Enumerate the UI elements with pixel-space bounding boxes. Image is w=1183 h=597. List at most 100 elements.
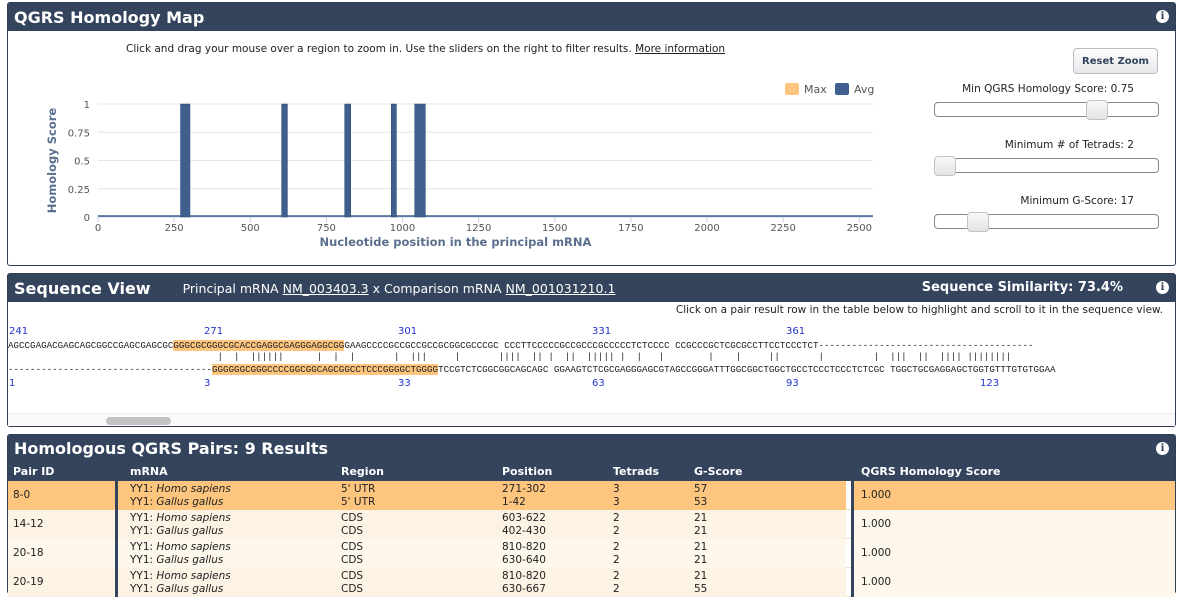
region-2: 5' UTR [341, 496, 376, 508]
more-information-link[interactable]: More information [635, 43, 725, 55]
comparison-seq-prefix: ------------------------------------- [8, 364, 212, 375]
position-2: 1-42 [502, 496, 526, 508]
y-tick-label: 0 [84, 213, 90, 224]
x-tick-label: 750 [317, 223, 336, 234]
tetrads-1: 2 [613, 512, 620, 524]
comparison-mrna-link[interactable]: NM_001031210.1 [506, 281, 616, 296]
mrna-1: YY1: Homo sapiens [130, 483, 231, 495]
slider-tetrads[interactable] [934, 156, 1159, 176]
col-mrna[interactable]: mRNA [130, 465, 168, 478]
row-left[interactable]: 8-0 YY1: Homo sapiens YY1: Gallus gallus 5'… [8, 481, 846, 510]
map-instructions: Click and drag your mouse over a region … [126, 43, 725, 55]
row-left[interactable]: 20-18 YY1: Homo sapiens YY1: Gallus gallus… [8, 539, 846, 568]
row-id-cell: 20-19 [8, 568, 118, 597]
col-pair-id[interactable]: Pair ID [13, 465, 54, 478]
principal-seq-prefix: AGCCGAGACGAGCAGCGGCCGAGCGAGCGC [8, 340, 174, 351]
row-score-cell[interactable]: 1.000 [851, 510, 1175, 539]
x-tick-label: 2500 [847, 223, 872, 234]
region-1: CDS [341, 570, 364, 582]
y-tick-label: 0.25 [68, 185, 90, 196]
species-label: Homo sapiens [156, 541, 231, 553]
mrna-2: YY1: Gallus gallus [130, 583, 223, 595]
slider-handle[interactable] [934, 156, 956, 176]
mrna-2: YY1: Gallus gallus [130, 496, 223, 508]
principal-seq-suffix: GAAGCCCCGCCGCCGCCGCGGCGCCCGC CCCTTCCCCCG… [344, 340, 1034, 351]
mrna-comparison-label: Principal mRNA NM_003403.3 x Comparison … [183, 281, 616, 296]
position-number: 241 [9, 326, 29, 337]
table-row[interactable]: 20-19 YY1: Homo sapiens YY1: Gallus gallus… [8, 568, 1175, 597]
info-icon[interactable]: i [1156, 10, 1169, 23]
table-row[interactable]: 8-0 YY1: Homo sapiens YY1: Gallus gallus 5'… [8, 481, 1175, 510]
slider-handle[interactable] [1086, 100, 1109, 120]
col-tetrads[interactable]: Tetrads [613, 465, 659, 478]
table-row[interactable]: 20-18 YY1: Homo sapiens YY1: Gallus gallus… [8, 539, 1175, 568]
mrna-1: YY1: Homo sapiens [130, 570, 231, 582]
x-tick-label: 1500 [542, 223, 567, 234]
homology-map-title: QGRS Homology Map [14, 7, 205, 27]
slider-g-score[interactable] [934, 212, 1159, 232]
row-score-cell[interactable]: 1.000 [851, 568, 1175, 597]
mrna-1: YY1: Homo sapiens [130, 541, 231, 553]
row-id-cell: 8-0 [8, 481, 118, 510]
tetrads-2: 3 [613, 496, 620, 508]
homology-chart[interactable]: 0 0.25 0.5 0.75 1 0 250 500 750 1000 1250 1500 1750 2… [38, 73, 898, 253]
position-2: 630-667 [502, 583, 546, 595]
info-icon[interactable]: i [1156, 442, 1169, 455]
y-axis-title: Homology Score [45, 108, 59, 214]
legend-label: Max [804, 83, 827, 96]
row-score-cell[interactable]: 1.000 [851, 539, 1175, 568]
info-icon[interactable]: i [1156, 281, 1169, 294]
col-homology-score[interactable]: QGRS Homology Score [861, 465, 1000, 478]
x-tick-label: 2000 [694, 223, 719, 234]
pair-id: 20-18 [13, 547, 44, 559]
pairs-header: Homologous QGRS Pairs: 9 Results i [8, 435, 1175, 461]
chart-bar [180, 103, 191, 218]
position-1: 810-820 [502, 570, 546, 582]
x-tick-label: 250 [165, 223, 184, 234]
horizontal-scrollbar[interactable] [8, 413, 1175, 426]
gene-label: YY1: [130, 496, 154, 508]
slider-handle[interactable] [966, 212, 989, 232]
position-1: 603-622 [502, 512, 546, 524]
row-left[interactable]: 14-12 YY1: Homo sapiens YY1: Gallus gallus… [8, 510, 846, 539]
row-score-cell[interactable]: 1.000 [851, 481, 1175, 510]
slider-label-g-score: Minimum G-Score: 17 [1020, 195, 1134, 207]
y-tick-label: 0.5 [74, 157, 90, 168]
slider-label-tetrads: Minimum # of Tetrads: 2 [1004, 139, 1134, 151]
homology-map-panel: QGRS Homology Map i Click and drag your … [7, 2, 1176, 266]
comparison-prefix: x Comparison mRNA [372, 280, 502, 296]
row-left[interactable]: 20-19 YY1: Homo sapiens YY1: Gallus gallus… [8, 568, 846, 597]
col-region[interactable]: Region [341, 465, 384, 478]
tetrads-1: 2 [613, 570, 620, 582]
species-label: Gallus gallus [156, 554, 224, 566]
principal-mrna-link[interactable]: NM_003403.3 [283, 281, 369, 296]
table-row[interactable]: 14-12 YY1: Homo sapiens YY1: Gallus gallus… [8, 510, 1175, 539]
col-position[interactable]: Position [502, 465, 552, 478]
reset-zoom-button[interactable]: Reset Zoom [1073, 48, 1158, 74]
mrna-2: YY1: Gallus gallus [130, 525, 223, 537]
g-score-2: 21 [694, 554, 708, 566]
position-number: 361 [786, 326, 806, 337]
pair-id: 20-19 [13, 576, 44, 588]
g-score-1: 57 [694, 483, 708, 495]
g-score-2: 53 [694, 496, 708, 508]
tetrads-2: 2 [613, 583, 620, 595]
gene-label: YY1: [130, 512, 154, 524]
position-number: 3 [204, 378, 211, 389]
sequence-instructions: Click on a pair result row in the table … [675, 304, 1163, 316]
g-score-1: 21 [694, 512, 708, 524]
sequence-similarity: Sequence Similarity: 73.4% [921, 280, 1123, 295]
slider-homology-score[interactable] [934, 100, 1159, 120]
chart-bar [414, 103, 426, 218]
match-line: | | |||||| | | | | ||| | |||| || | || ||… [8, 351, 1012, 362]
sequence-view-header: Sequence View Principal mRNA NM_003403.3… [8, 274, 1175, 302]
scrollbar-thumb[interactable] [106, 417, 171, 425]
gene-label: YY1: [130, 483, 154, 495]
position-1: 810-820 [502, 541, 546, 553]
species-label: Gallus gallus [156, 525, 224, 537]
position-number: 301 [398, 326, 418, 337]
sequence-view-title: Sequence View [14, 278, 151, 298]
sequence-alignment[interactable]: 241 271 301 331 361 AGCCGAGACGAGCAGCGGCC… [8, 324, 1175, 406]
col-g-score[interactable]: G-Score [694, 465, 742, 478]
homology-score: 1.000 [861, 518, 892, 530]
